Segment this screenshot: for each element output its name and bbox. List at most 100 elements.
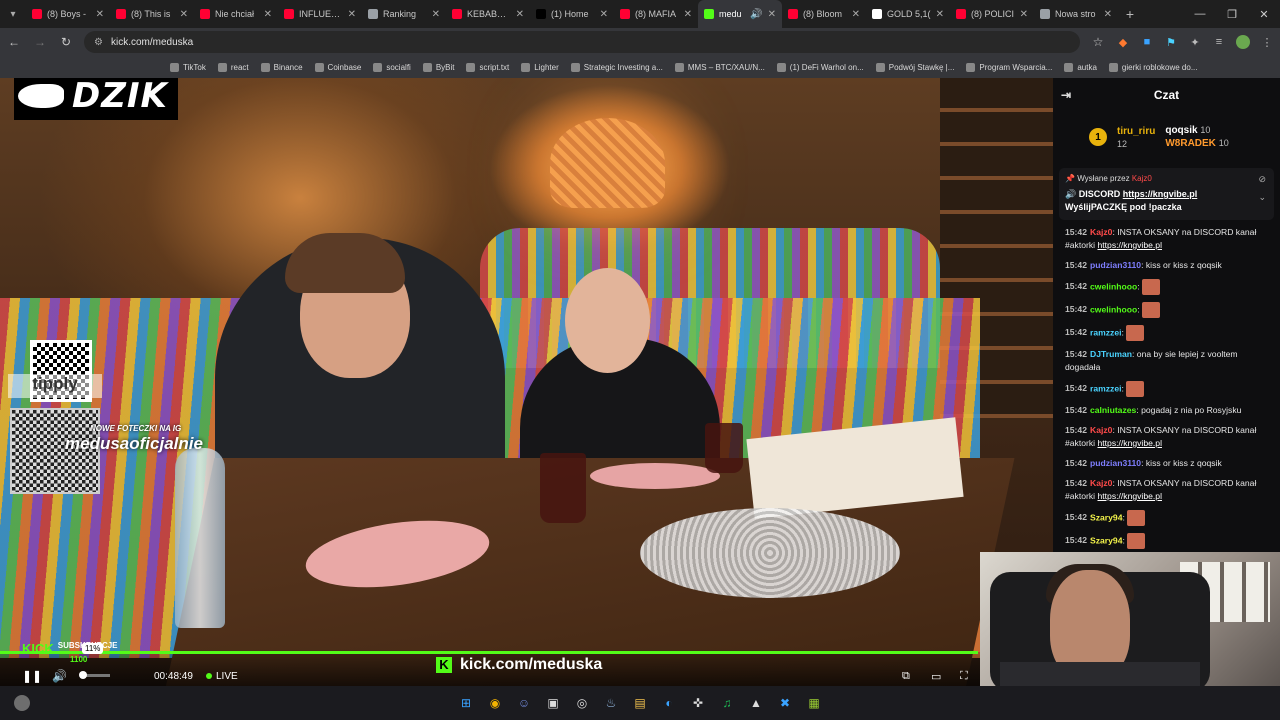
media-control-icon[interactable]: ≡ [1212,35,1226,49]
miniplayer-icon[interactable]: ⧉ [902,666,910,686]
game-icon[interactable]: ▦ [805,694,823,712]
msg-username[interactable]: pudzian3110 [1090,458,1141,468]
stream-video[interactable]: DZIK tipply NOWE FOTECZKI NA IG medusaof… [0,78,1053,686]
bookmark-item[interactable]: gierki roblokowe do... [1108,62,1198,72]
folder-icon[interactable]: ▤ [631,694,649,712]
msg-username[interactable]: DJTruman [1090,349,1132,359]
extension-fox-icon[interactable]: ◆ [1116,35,1130,49]
address-bar[interactable]: ⚙ kick.com/meduska [84,31,1080,53]
steam-icon[interactable]: ♨ [602,694,620,712]
pinned-sender-name[interactable]: Kajz0 [1132,174,1152,183]
spotify-icon[interactable]: ♫ [718,694,736,712]
tab-close-icon[interactable]: ✕ [768,9,776,20]
restore-icon[interactable]: ❐ [1216,8,1248,21]
bookmark-item[interactable]: autka [1064,62,1097,72]
browser-tab[interactable]: GOLD 5,1(✕ [866,0,950,28]
tab-close-icon[interactable]: ✕ [348,9,356,20]
bookmark-item[interactable]: Coinbase [314,62,361,72]
browser-tab[interactable]: (8) Bloom ✕ [782,0,866,28]
theater-mode-icon[interactable]: ▭ [931,666,941,686]
volume-slider[interactable] [79,671,110,679]
browser-tab[interactable]: Nie chciał ✕ [194,0,278,28]
close-window-icon[interactable]: ✕ [1248,8,1280,21]
extension-translate-icon[interactable]: ⚑ [1164,35,1178,49]
tab-close-icon[interactable]: ✕ [684,9,692,20]
msg-username[interactable]: pudzian3110 [1090,260,1141,270]
volume-knob[interactable] [79,671,88,679]
forward-icon[interactable]: → [32,35,48,49]
msg-username[interactable]: ramzzei [1090,383,1122,393]
chrome-icon[interactable]: ◉ [486,694,504,712]
msg-username[interactable]: Szary94 [1090,512,1123,522]
bookmark-item[interactable]: Binance [260,62,303,72]
browser-tab[interactable]: (1) Home ✕ [530,0,614,28]
pinned-message[interactable]: 📌 Wysłane przez Kajz0 🔊 DISCORD https://… [1059,168,1274,220]
back-icon[interactable]: ← [6,35,22,49]
browser-tab[interactable]: (8) This is ✕ [110,0,194,28]
tab-search-icon[interactable]: ▾ [0,0,26,28]
app3-icon[interactable]: ▲ [747,694,765,712]
leader-name[interactable]: W8RADEK [1165,138,1216,149]
expand-chevron-icon[interactable]: ⌄ [1258,192,1266,203]
tab-close-icon[interactable]: ✕ [936,9,944,20]
leader-name[interactable]: tiru_riru [1117,126,1155,137]
msg-username[interactable]: Kajz0 [1090,478,1112,488]
site-info-icon[interactable]: ⚙ [94,37,103,48]
volume-icon[interactable]: 🔊 [52,666,67,686]
pinned-link[interactable]: https://kngvibe.pl [1123,189,1198,199]
leader-name[interactable]: qoqsik [1165,125,1197,136]
profile-avatar-icon[interactable] [1236,35,1250,49]
bookmark-item[interactable]: Podwój Stawkę |... [875,62,954,72]
bookmark-item[interactable]: socialfi [373,62,411,72]
pause-button[interactable]: ❚❚ [22,666,42,686]
app-icon[interactable]: ▣ [544,694,562,712]
browser-tab[interactable]: Ranking ✕ [362,0,446,28]
extension-blue-icon[interactable]: ■ [1140,35,1154,49]
msg-username[interactable]: Szary94 [1090,535,1123,545]
browser-tab[interactable]: (8) Boys - ✕ [26,0,110,28]
bookmark-item[interactable]: TikTok [170,62,206,72]
bookmark-item[interactable]: script.txt [466,62,509,72]
extensions-puzzle-icon[interactable]: ✦ [1188,35,1202,49]
fullscreen-icon[interactable]: ⛶ [960,666,968,686]
bookmark-star-icon[interactable]: ☆ [1090,35,1106,49]
msg-username[interactable]: calniutazes [1090,405,1136,415]
more-menu-icon[interactable]: ⋮ [1260,35,1274,49]
tab-close-icon[interactable]: ✕ [1020,9,1028,20]
tab-close-icon[interactable]: ✕ [1104,9,1112,20]
widgets-icon[interactable] [14,695,30,711]
browser-tab[interactable]: KEBABOW ✕ [446,0,530,28]
live-indicator[interactable]: LIVE [206,666,238,686]
edge-icon[interactable]: ◐ [660,694,678,712]
msg-username[interactable]: Kajz0 [1090,425,1112,435]
reload-icon[interactable]: ↻ [58,35,74,49]
bookmark-item[interactable]: Strategic Investing a... [570,62,663,72]
app2-icon[interactable]: ◎ [573,694,591,712]
msg-username[interactable]: cwelinhooo [1090,304,1137,314]
browser-tab[interactable]: (8) POLICI ✕ [950,0,1034,28]
msg-link[interactable]: https://kngvibe.pl [1097,240,1162,250]
tab-audio-icon[interactable]: 🔊 [750,9,762,20]
tab-close-icon[interactable]: ✕ [96,9,104,20]
tab-close-icon[interactable]: ✕ [180,9,188,20]
bookmark-item[interactable]: Program Wsparcia... [966,62,1052,72]
msg-username[interactable]: cwelinhooo [1090,281,1137,291]
bookmark-item[interactable]: (1) DeFi Warhol on... [776,62,864,72]
browser-tab[interactable]: medu 🔊 ✕ [698,0,782,28]
browser-tab[interactable]: Nowa stro ✕ [1034,0,1118,28]
tab-close-icon[interactable]: ✕ [516,9,524,20]
discord-icon[interactable]: ☺ [515,694,533,712]
msg-username[interactable]: Kajz0 [1090,227,1112,237]
bookmark-item[interactable]: react [217,62,249,72]
minimize-icon[interactable]: — [1184,8,1216,21]
collapse-chat-icon[interactable]: ⇥ [1061,88,1071,102]
tab-close-icon[interactable]: ✕ [600,9,608,20]
tab-close-icon[interactable]: ✕ [852,9,860,20]
new-tab-button[interactable]: + [1118,6,1142,22]
hide-pin-icon[interactable]: ⊘ [1258,174,1266,185]
browser-tab[interactable]: INFLUENC ✕ [278,0,362,28]
tab-close-icon[interactable]: ✕ [432,9,440,20]
browser-tab[interactable]: (8) MAFIA ✕ [614,0,698,28]
msg-username[interactable]: ramzzei [1090,327,1122,337]
tab-close-icon[interactable]: ✕ [264,9,272,20]
